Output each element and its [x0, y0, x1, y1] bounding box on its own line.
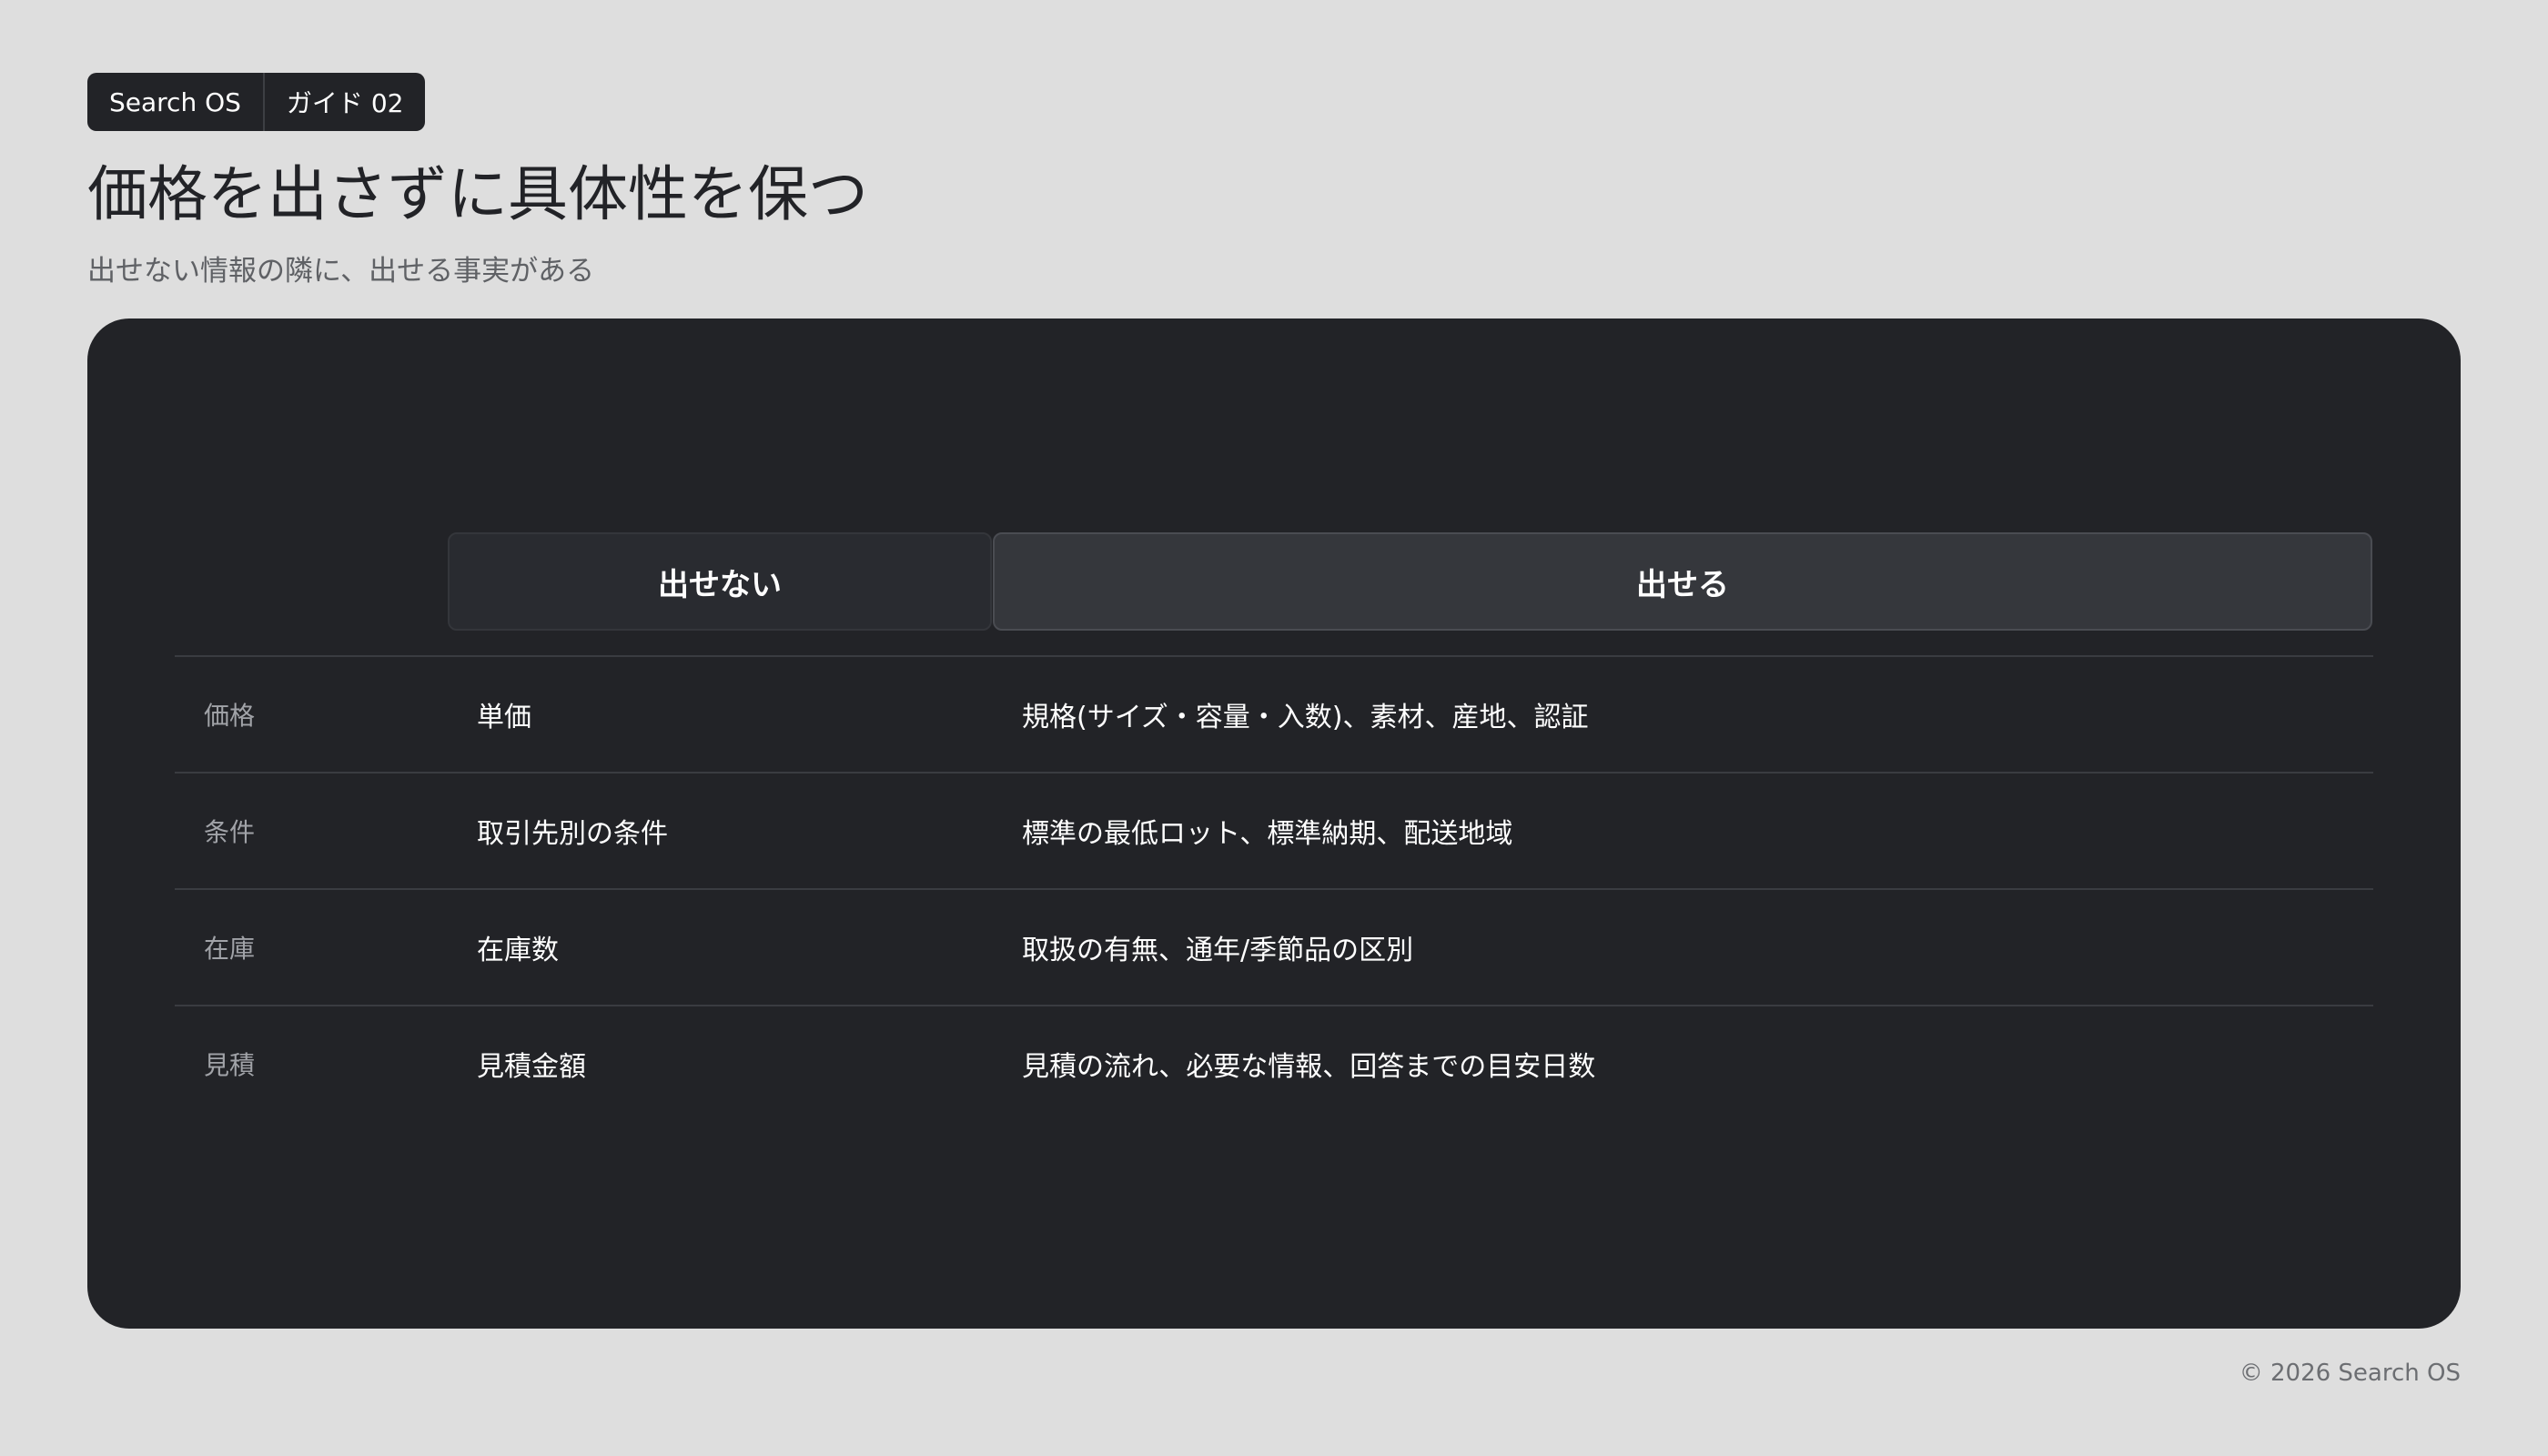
breadcrumb: Search OS ガイド 02	[87, 73, 426, 131]
can-cell: 標準の最低ロット、標準納期、配送地域	[1022, 818, 1513, 850]
comparison-table: 価格 単価 規格(サイズ・容量・入数)、素材、産地、認証 条件 取引先別の条件 …	[175, 655, 2373, 1121]
breadcrumb-item-guide[interactable]: ガイド 02	[265, 73, 426, 131]
can-cell: 見積の流れ、必要な情報、回答までの目安日数	[1022, 1051, 1596, 1083]
can-cell: 規格(サイズ・容量・入数)、素材、産地、認証	[1022, 702, 1589, 733]
row-label: 在庫	[204, 934, 256, 964]
column-header-cannot: 出せない	[448, 532, 992, 631]
row-label: 条件	[204, 817, 256, 847]
table-row-price: 価格 単価 規格(サイズ・容量・入数)、素材、産地、認証	[175, 655, 2373, 772]
table-row-terms: 条件 取引先別の条件 標準の最低ロット、標準納期、配送地域	[175, 772, 2373, 888]
page-title: 価格を出さずに具体性を保つ	[87, 159, 868, 229]
column-header-can: 出せる	[993, 532, 2372, 631]
row-label: 見積	[204, 1050, 256, 1080]
footer-copyright: © 2026 Search OS	[2239, 1360, 2461, 1387]
cannot-cell: 在庫数	[477, 935, 559, 966]
table-row-quote: 見積 見積金額 見積の流れ、必要な情報、回答までの目安日数	[175, 1005, 2373, 1121]
cannot-cell: 取引先別の条件	[477, 818, 668, 850]
can-cell: 取扱の有無、通年/季節品の区別	[1022, 935, 1414, 966]
page-subtitle: 出せない情報の隣に、出せる事実がある	[87, 255, 595, 288]
table-row-stock: 在庫 在庫数 取扱の有無、通年/季節品の区別	[175, 888, 2373, 1005]
breadcrumb-item-search-os[interactable]: Search OS	[87, 73, 263, 131]
cannot-cell: 見積金額	[477, 1051, 586, 1083]
comparison-panel: 出せない 出せる 価格 単価 規格(サイズ・容量・入数)、素材、産地、認証 条件…	[87, 318, 2461, 1329]
row-label: 価格	[204, 701, 256, 731]
cannot-cell: 単価	[477, 702, 531, 733]
